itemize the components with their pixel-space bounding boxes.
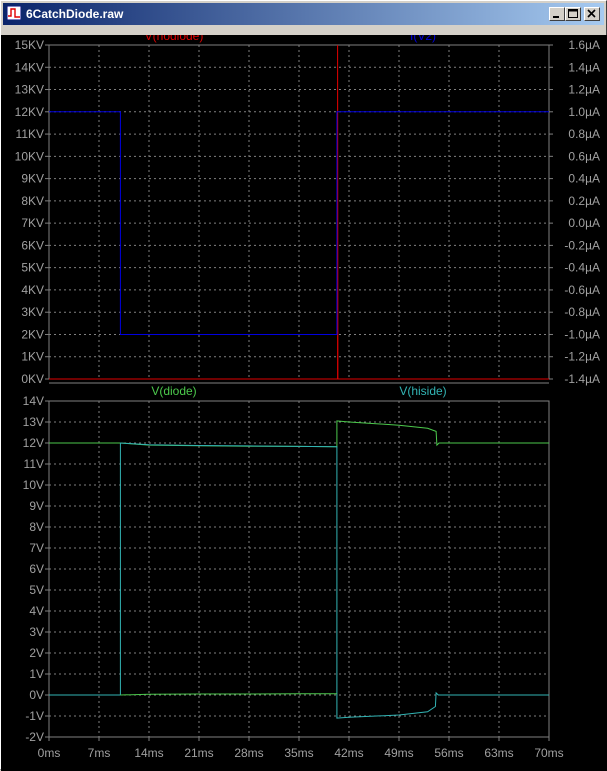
y-tick-label: 9KV: [21, 172, 44, 186]
y-tick-label: 2KV: [21, 327, 44, 341]
x-tick-label: 63ms: [484, 746, 513, 760]
legend-label: I(V2): [410, 35, 436, 43]
y-tick-label: 3V: [29, 625, 44, 639]
close-button[interactable]: [584, 7, 600, 21]
x-tick-label: 21ms: [184, 746, 213, 760]
y2-tick-label: 0.4µA: [568, 172, 600, 186]
waveform-app-icon: [7, 6, 21, 20]
y2-tick-label: 0.0µA: [568, 216, 600, 230]
y-tick-label: 5V: [29, 583, 44, 597]
plot-window: 6CatchDiode.raw 0KV 1KV 2KV 3KV 4KV 5KV 6KV 7KV…: [0, 0, 607, 771]
y2-tick-label: 0.8µA: [568, 127, 600, 141]
y-tick-label: 4KV: [21, 283, 44, 297]
y2-tick-label: 1.2µA: [568, 83, 600, 97]
x-tick-label: 70ms: [534, 746, 563, 760]
x-tick-label: 7ms: [88, 746, 111, 760]
y2-tick-label: 1.0µA: [568, 105, 600, 119]
y-tick-label: -2V: [25, 730, 44, 744]
y-tick-label: 14KV: [15, 60, 44, 74]
maximize-button[interactable]: [565, 7, 581, 21]
legend-label: V(hiside): [399, 384, 446, 398]
y-tick-label: 12V: [23, 436, 44, 450]
y-tick-label: 0KV: [21, 372, 44, 386]
title-bar[interactable]: 6CatchDiode.raw: [3, 3, 604, 25]
y2-tick-label: 0.2µA: [568, 194, 600, 208]
y-tick-label: 6V: [29, 562, 44, 576]
x-tick-label: 49ms: [384, 746, 413, 760]
plot-background: [1, 35, 607, 771]
y2-tick-label: -0.4µA: [564, 261, 600, 275]
x-tick-label: 28ms: [234, 746, 263, 760]
y-tick-label: 1KV: [21, 350, 44, 364]
y-tick-label: 2V: [29, 646, 44, 660]
y-tick-label: 12KV: [15, 105, 44, 119]
window-title: 6CatchDiode.raw: [26, 7, 124, 21]
legend-label: V(nodiode): [145, 35, 204, 43]
y-tick-label: 7V: [29, 541, 44, 555]
waveform-plot-area[interactable]: 0KV 1KV 2KV 3KV 4KV 5KV 6KV 7KV 8KV 9KV 10KV 11KV 12…: [1, 35, 607, 771]
y-tick-label: 3KV: [21, 305, 44, 319]
y-tick-label: 8V: [29, 520, 44, 534]
y-tick-label: 15KV: [15, 38, 44, 52]
y-tick-label: 10KV: [15, 149, 44, 163]
y-tick-label: 1V: [29, 667, 44, 681]
y2-tick-label: 0.6µA: [568, 149, 600, 163]
y2-tick-label: -0.8µA: [564, 305, 600, 319]
y2-tick-label: -1.4µA: [564, 372, 600, 386]
y2-tick-label: -0.2µA: [564, 238, 600, 252]
y-tick-label: 8KV: [21, 194, 44, 208]
y-tick-label: 6KV: [21, 238, 44, 252]
y-tick-label: 13KV: [15, 83, 44, 97]
x-tick-label: 0ms: [38, 746, 61, 760]
x-tick-label: 14ms: [134, 746, 163, 760]
y2-tick-label: -1.0µA: [564, 327, 600, 341]
minimize-icon: [553, 16, 559, 18]
y-tick-label: 5KV: [21, 261, 44, 275]
y-tick-label: 10V: [23, 478, 44, 492]
y2-tick-label: 1.6µA: [568, 38, 600, 52]
maximize-icon: [568, 9, 578, 18]
x-tick-label: 56ms: [434, 746, 463, 760]
legend-label: V(diode): [151, 384, 196, 398]
y2-tick-label: 1.4µA: [568, 60, 600, 74]
y-tick-label: 9V: [29, 499, 44, 513]
x-tick-label: 42ms: [334, 746, 363, 760]
y-tick-label: 11V: [24, 457, 44, 471]
y-tick-label: 7KV: [21, 216, 44, 230]
y2-tick-label: -0.6µA: [564, 283, 600, 297]
minimize-button[interactable]: [549, 7, 565, 21]
y-tick-label: 4V: [29, 604, 44, 618]
y-tick-label: 13V: [23, 415, 44, 429]
close-icon: [587, 9, 596, 18]
y-tick-label: 0V: [29, 688, 44, 702]
x-tick-label: 35ms: [284, 746, 313, 760]
y-tick-label: 11KV: [16, 127, 44, 141]
y-tick-label: 14V: [23, 394, 44, 408]
y2-tick-label: -1.2µA: [564, 350, 600, 364]
y-tick-label: -1V: [25, 709, 44, 723]
